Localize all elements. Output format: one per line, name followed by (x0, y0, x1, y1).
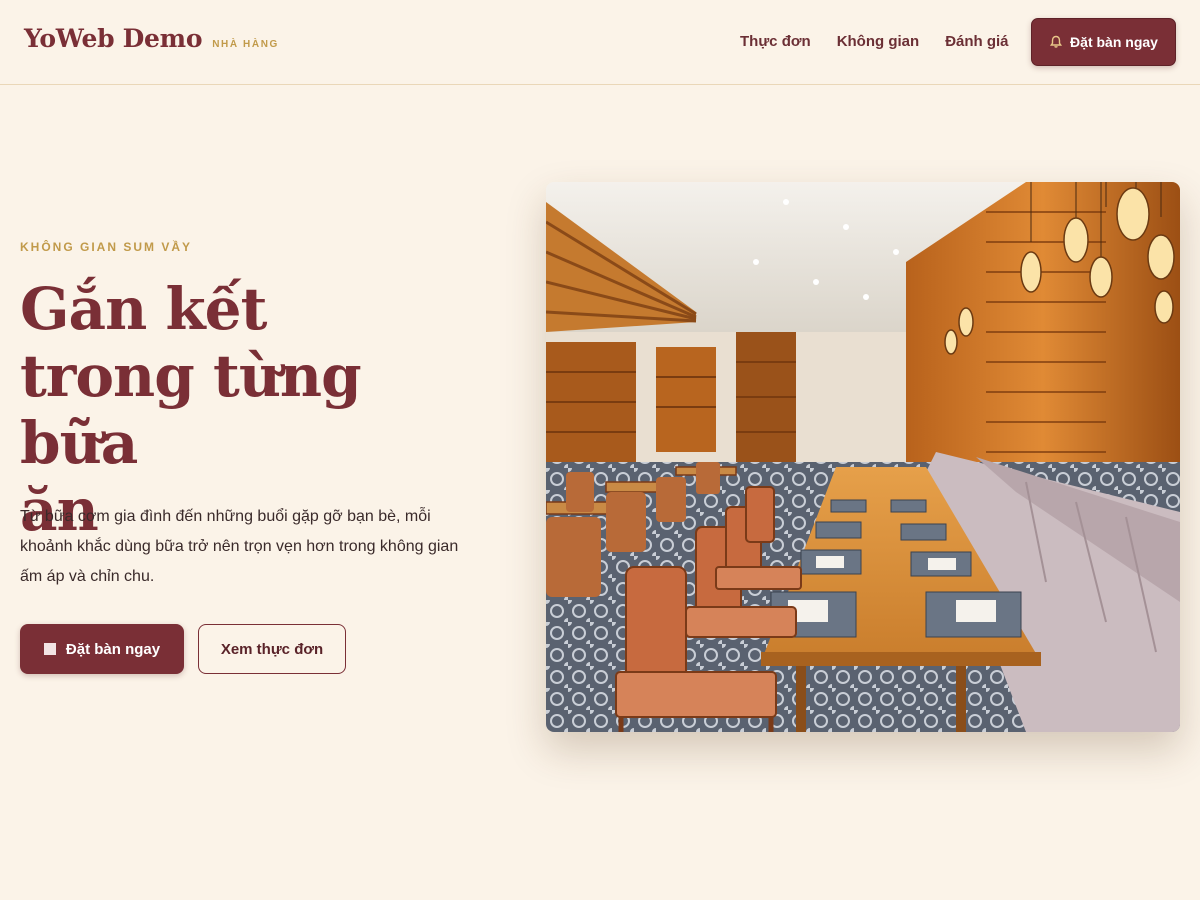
brand-logo[interactable]: YoWeb Demo NHÀ HÀNG (24, 24, 279, 53)
brand-subtitle: NHÀ HÀNG (212, 39, 279, 50)
nav-link-reviews[interactable]: Đánh giá (945, 33, 1008, 50)
square-icon (43, 643, 56, 655)
header-book-label: Đặt bàn ngay (1070, 34, 1158, 50)
main-nav: Thực đơn Không gian Đánh giá (740, 33, 1009, 50)
nav-link-space[interactable]: Không gian (837, 33, 920, 50)
bell-icon (1049, 35, 1063, 48)
nav-link-menu[interactable]: Thực đơn (740, 33, 811, 50)
headline-line-2: trong từng bữa (20, 342, 362, 477)
restaurant-interior-photo (546, 182, 1180, 732)
view-menu-button[interactable]: Xem thực đơn (198, 624, 346, 674)
header-book-button[interactable]: Đặt bàn ngay (1031, 18, 1176, 66)
hero-description: Từ bữa cơm gia đình đến những buổi gặp g… (20, 508, 459, 585)
site-header: YoWeb Demo NHÀ HÀNG Thực đơn Không gian … (0, 0, 1200, 85)
book-table-label: Đặt bàn ngay (65, 640, 161, 658)
headline-line-1: Gắn kết (20, 275, 267, 343)
brand-name: YoWeb Demo (24, 24, 203, 53)
hero-eyebrow: KHÔNG GIAN SUM VẦY (20, 240, 193, 254)
book-table-button[interactable]: Đặt bàn ngay (20, 624, 184, 674)
view-menu-label: Xem thực đơn (220, 640, 324, 658)
